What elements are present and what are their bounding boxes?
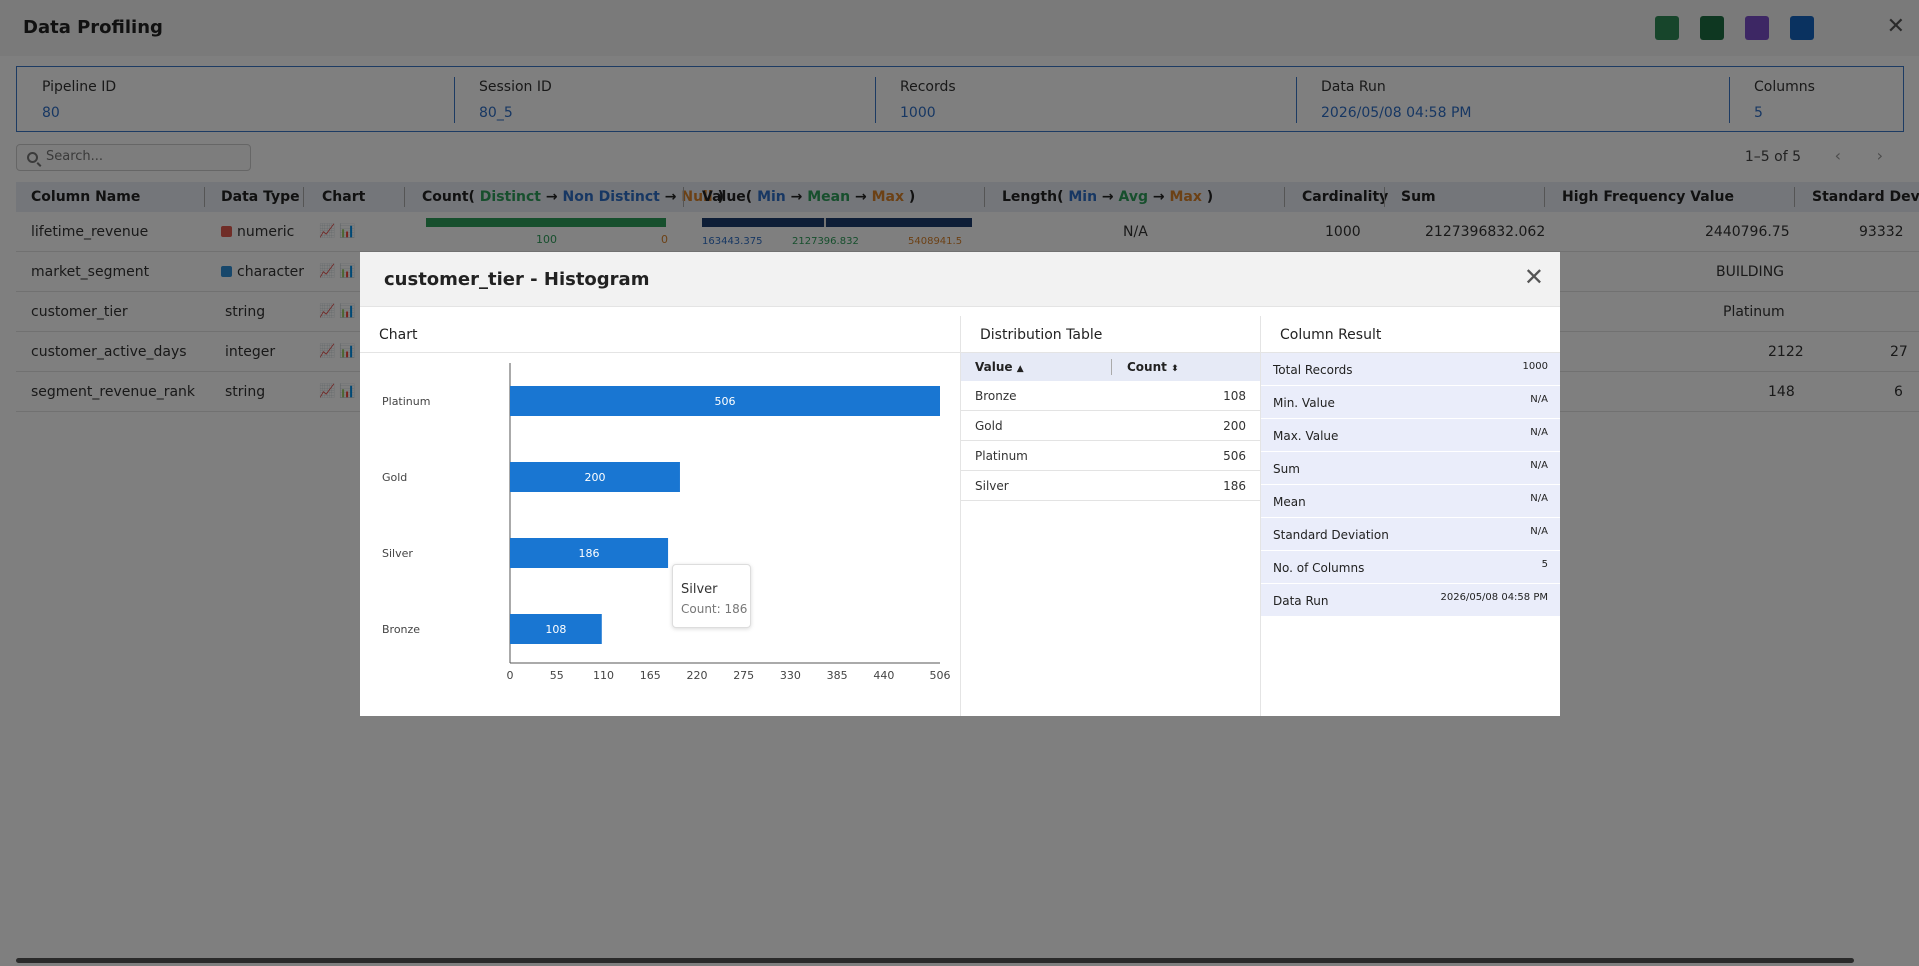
distribution-row: Gold 200	[961, 411, 1260, 441]
modal-title: customer_tier - Histogram	[384, 269, 650, 290]
distribution-panel-title: Distribution Table	[961, 316, 1260, 353]
tooltip-count: Count: 186	[681, 602, 748, 616]
result-row: Min. Value N/A	[1261, 386, 1560, 419]
distribution-panel: Distribution Table Value ▲ Count ⬍ Bronz…	[960, 316, 1260, 716]
category-label: Silver	[382, 547, 413, 560]
distribution-table-header: Value ▲ Count ⬍	[961, 353, 1260, 381]
result-row: Sum N/A	[1261, 452, 1560, 485]
histogram-chart: Platinum 506 Gold 200 Silver 186 Bronze 108 0 55 1…	[382, 363, 951, 682]
bar-value-label: 108	[545, 623, 566, 636]
category-label: Gold	[382, 471, 407, 484]
column-result-panel-title: Column Result	[1261, 316, 1560, 353]
result-row: Mean N/A	[1261, 485, 1560, 518]
bar-value-label: 200	[584, 471, 605, 484]
x-tick-label: 330	[780, 669, 801, 682]
result-row: Data Run 2026/05/08 04:58 PM	[1261, 584, 1560, 617]
x-tick-label: 385	[827, 669, 848, 682]
result-row: Total Records 1000	[1261, 353, 1560, 386]
column-result-panel: Column Result Total Records 1000 Min. Val…	[1260, 316, 1560, 716]
header-divider	[1111, 359, 1112, 375]
bar-value-label: 186	[579, 547, 600, 560]
x-tick-label: 275	[733, 669, 754, 682]
chart-tooltip: Silver Count: 186	[672, 564, 751, 628]
close-icon[interactable]: ✕	[1524, 263, 1544, 291]
result-row: Max. Value N/A	[1261, 419, 1560, 452]
x-tick-label: 220	[686, 669, 707, 682]
result-row: No. of Columns 5	[1261, 551, 1560, 584]
x-tick-label: 0	[507, 669, 514, 682]
x-tick-label: 110	[593, 669, 614, 682]
distribution-row: Bronze 108	[961, 381, 1260, 411]
distribution-row: Platinum 506	[961, 441, 1260, 471]
tooltip-title: Silver	[681, 582, 718, 597]
x-tick-label: 506	[930, 669, 951, 682]
chart-panel-title: Chart	[360, 316, 960, 353]
x-tick-label: 165	[640, 669, 661, 682]
modal-header: customer_tier - Histogram ✕	[360, 252, 1560, 307]
header-count[interactable]: Count ⬍	[1127, 360, 1179, 374]
x-tick-label: 440	[873, 669, 894, 682]
bar-value-label: 506	[715, 395, 736, 408]
category-label: Platinum	[382, 395, 430, 408]
category-label: Bronze	[382, 623, 420, 636]
sort-asc-icon: ▲	[1016, 364, 1024, 374]
sort-icon: ⬍	[1171, 364, 1179, 374]
result-row: Standard Deviation N/A	[1261, 518, 1560, 551]
distribution-row: Silver 186	[961, 471, 1260, 501]
header-value[interactable]: Value ▲	[975, 360, 1024, 374]
x-tick-label: 55	[550, 669, 564, 682]
chart-panel: Chart Platinum 506 Gold 200 Silver 186 Bronze 1…	[360, 316, 960, 716]
histogram-modal: customer_tier - Histogram ✕ Chart Platin…	[360, 252, 1560, 716]
